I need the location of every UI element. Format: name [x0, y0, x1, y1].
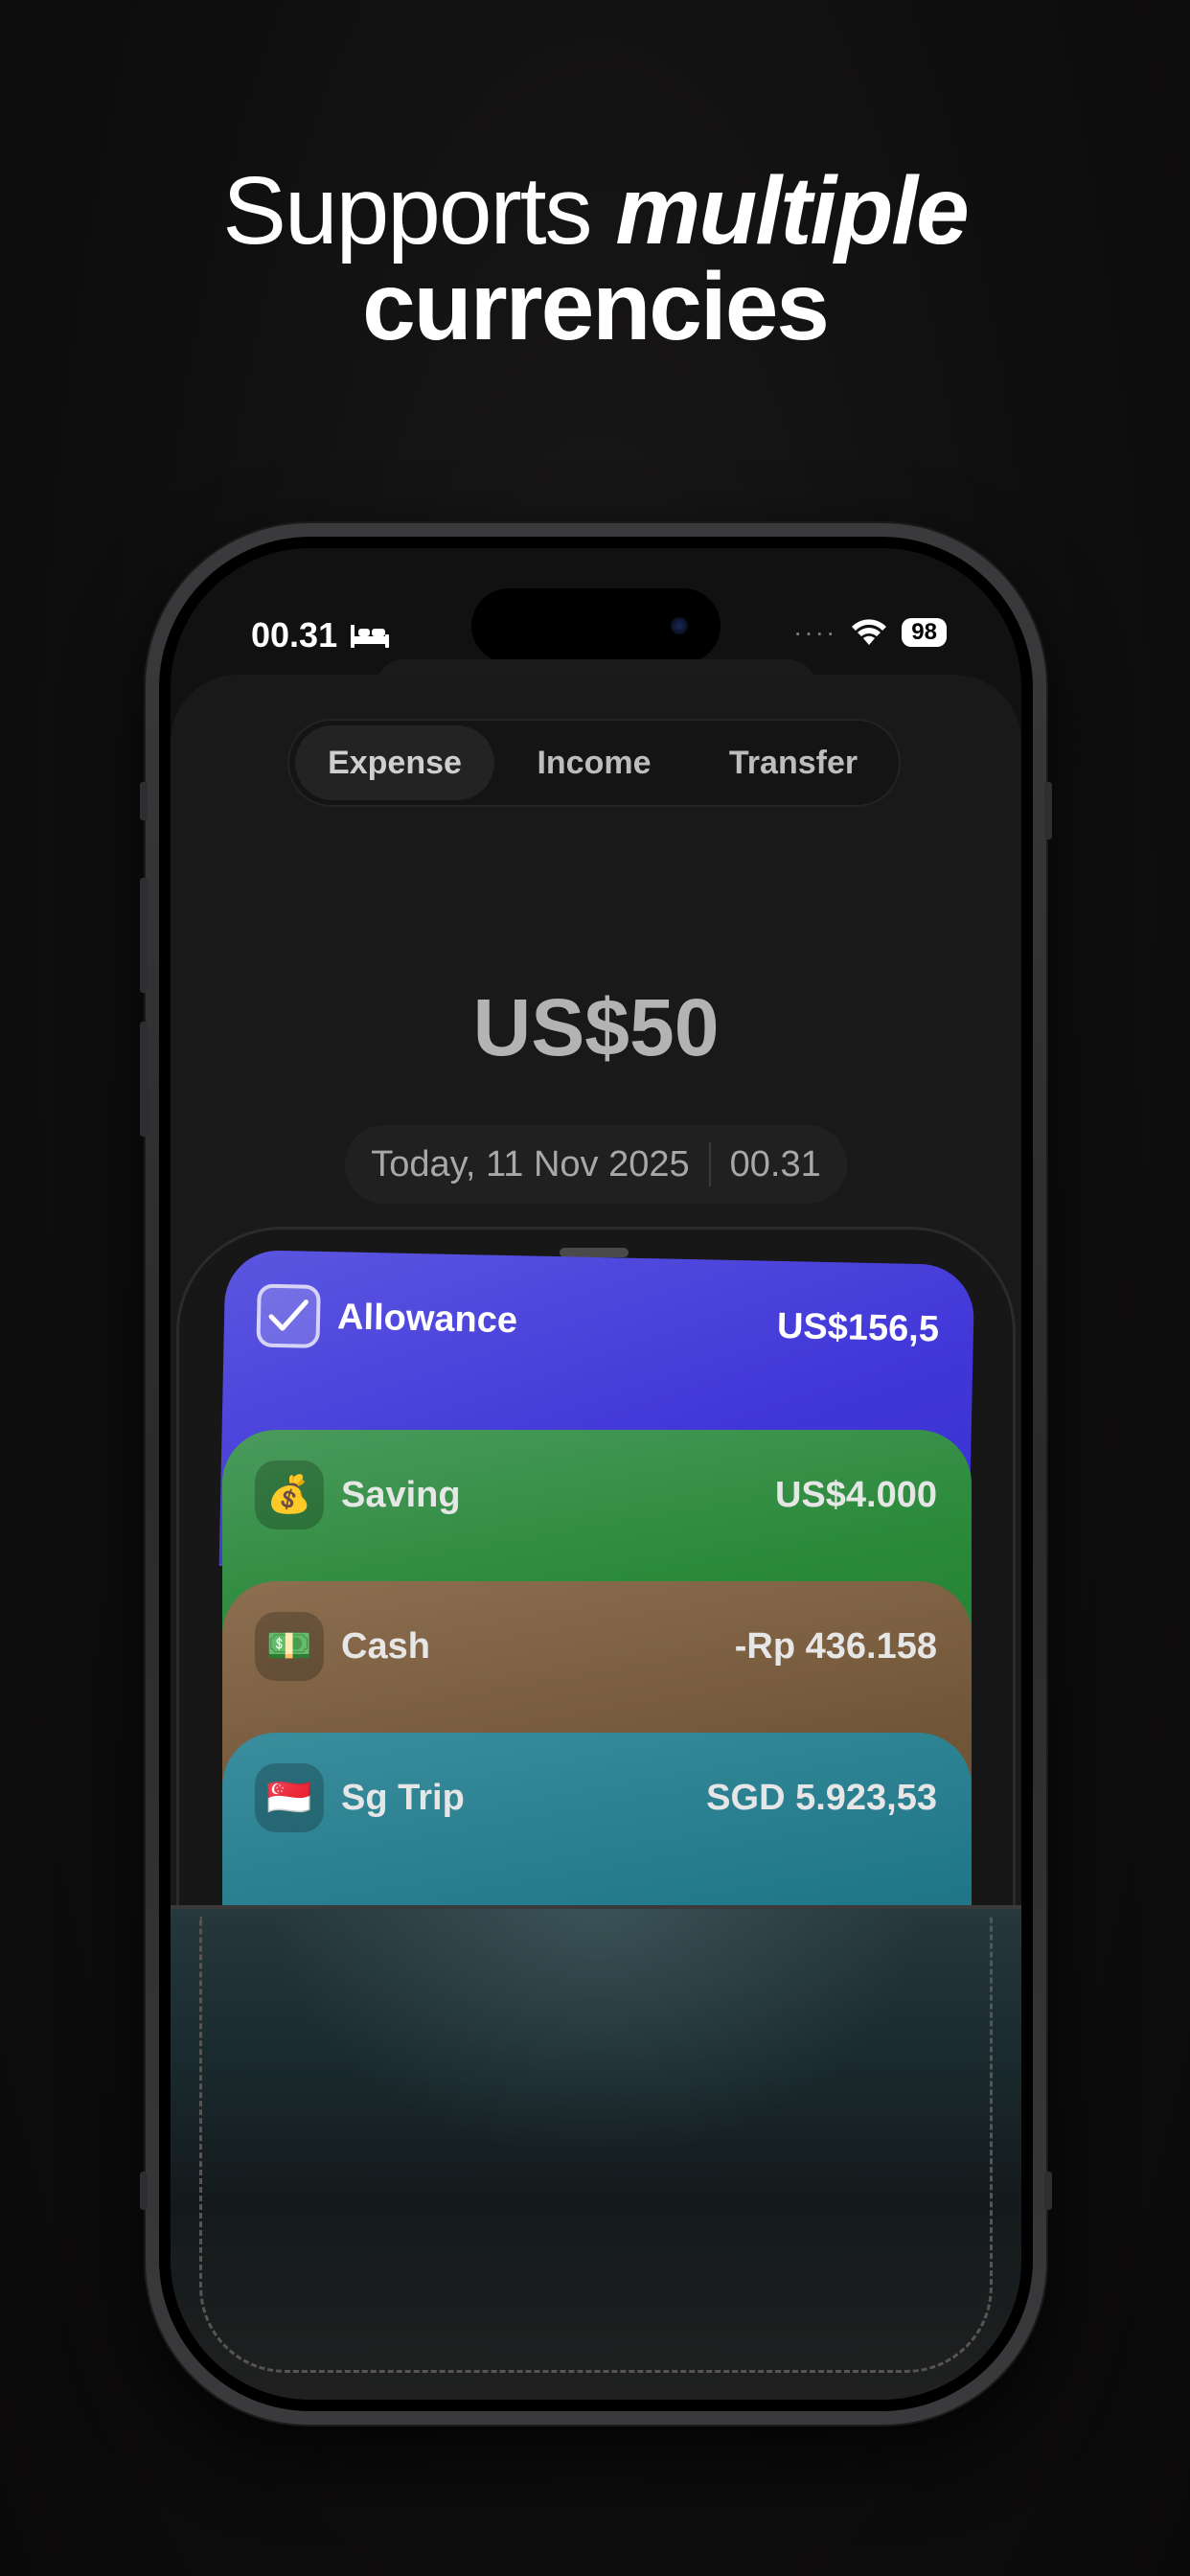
screenshot-page: Supports multiple currencies 00.31 ···· …	[0, 0, 1190, 2576]
date-separator	[708, 1142, 711, 1186]
side-button-lower-right	[1044, 2172, 1052, 2210]
status-time-text: 00.31	[251, 615, 338, 655]
money-bag-icon: 💰	[255, 1460, 324, 1530]
headline-line2: currencies	[362, 253, 830, 360]
account-name: Sg Trip	[341, 1777, 465, 1818]
date-label[interactable]: Today, 11 Nov 2025	[371, 1144, 689, 1185]
time-label[interactable]: 00.31	[730, 1144, 821, 1185]
headline-plain-text: Supports	[222, 157, 616, 264]
bed-icon	[351, 625, 390, 648]
account-balance: SGD 5.923,53	[706, 1777, 937, 1818]
tab-income[interactable]: Income	[494, 725, 694, 800]
date-time-picker[interactable]: Today, 11 Nov 2025 00.31	[345, 1125, 847, 1204]
account-name: Cash	[341, 1625, 430, 1667]
amount-display[interactable]: US$50	[171, 981, 1021, 1074]
volume-up-button	[140, 878, 148, 993]
headline-line1: Supports multiple	[0, 163, 1190, 259]
tab-transfer[interactable]: Transfer	[694, 725, 893, 800]
app-screen: 00.31 ···· 98 Expense Income Transfer US…	[171, 548, 1021, 2400]
camera-icon	[671, 617, 688, 634]
account-balance: US$4.000	[774, 1474, 937, 1515]
battery-icon: 98	[902, 618, 947, 647]
status-indicators: ···· 98	[793, 617, 947, 648]
dynamic-island	[471, 588, 721, 663]
headline-emphasis-text: multiple	[615, 157, 969, 264]
phone-frame: 00.31 ···· 98 Expense Income Transfer US…	[140, 523, 1052, 2425]
tab-expense[interactable]: Expense	[295, 725, 494, 800]
wifi-icon	[852, 619, 887, 645]
side-button-lower-left	[140, 2172, 148, 2210]
cellular-signal-icon: ····	[793, 617, 837, 647]
status-time: 00.31	[251, 615, 391, 656]
transaction-type-control: Expense Income Transfer	[287, 719, 901, 807]
account-name: Saving	[341, 1474, 461, 1515]
headline: Supports multiple currencies	[0, 163, 1190, 355]
action-button	[140, 782, 148, 820]
account-name: Allowance	[336, 1296, 518, 1341]
pocket-stitching	[199, 1917, 993, 2373]
account-balance: -Rp 436.158	[734, 1625, 937, 1667]
wallet-pocket	[171, 1905, 1021, 2400]
power-button	[1044, 782, 1052, 840]
account-balance: US$156,5	[776, 1305, 940, 1349]
singapore-flag-icon: 🇸🇬	[255, 1763, 324, 1832]
banknote-icon: 💵	[255, 1612, 324, 1681]
volume-down-button	[140, 1022, 148, 1137]
checkbox-icon	[256, 1283, 321, 1348]
